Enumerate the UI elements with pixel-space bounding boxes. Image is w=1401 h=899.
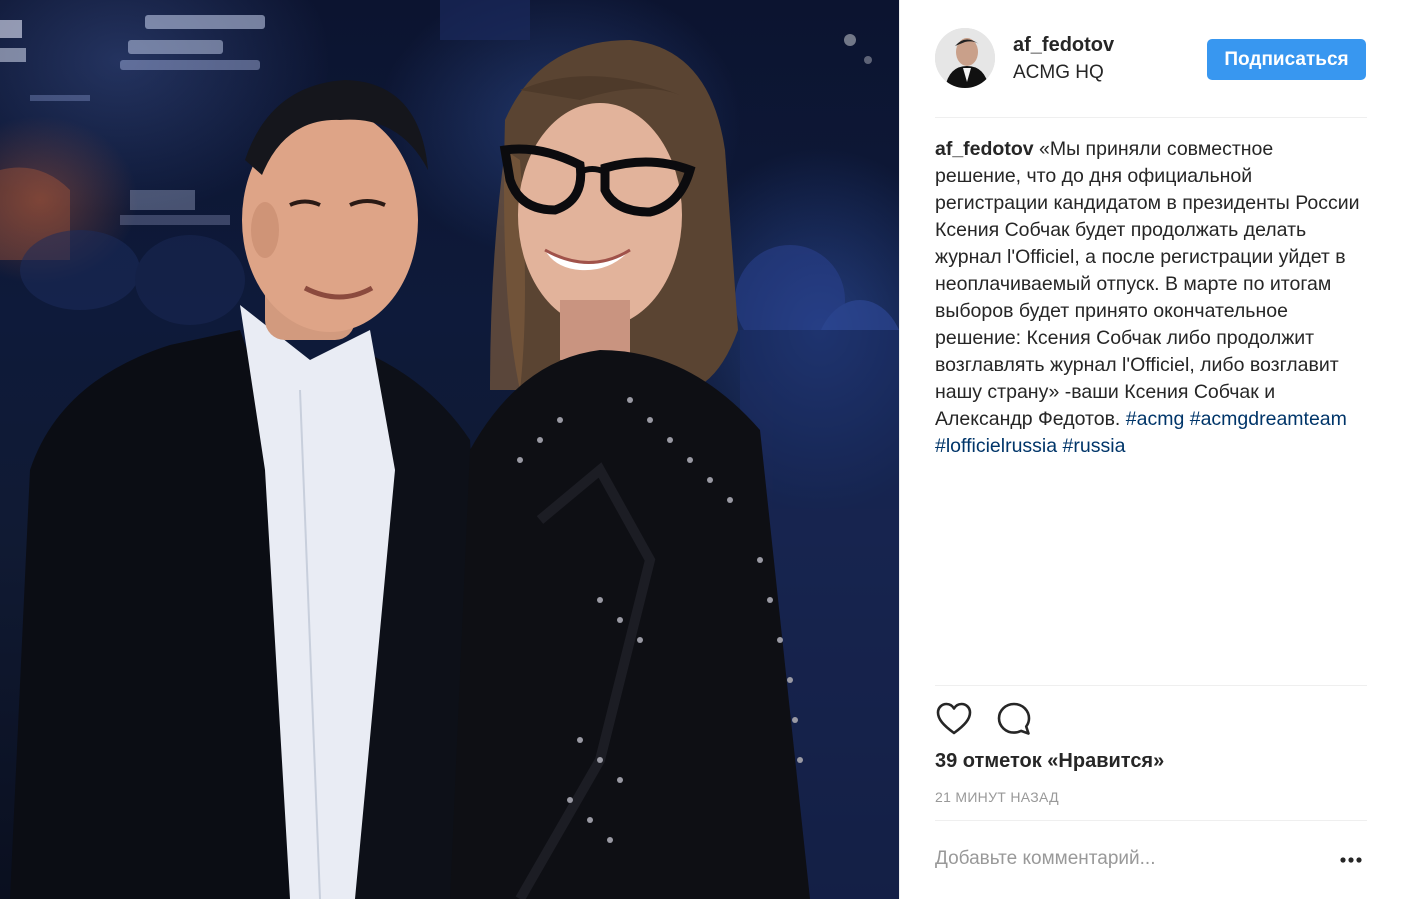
follow-button[interactable]: Подписаться (1207, 39, 1366, 80)
likes-count[interactable]: 39 отметок «Нравится» (935, 750, 1164, 773)
heart-icon (936, 702, 972, 735)
caption-username[interactable]: af_fedotov (935, 138, 1034, 160)
post-caption: af_fedotov «Мы приняли совместное решени… (935, 136, 1363, 460)
divider (935, 117, 1367, 118)
avatar-image (935, 28, 995, 88)
divider (935, 685, 1367, 686)
post-location[interactable]: ACMG HQ (1013, 62, 1104, 84)
post-side-panel: af_fedotov ACMG HQ Подписаться af_fedoto… (899, 0, 1401, 899)
divider (935, 820, 1367, 821)
comment-button[interactable] (995, 700, 1033, 738)
hashtag-link[interactable]: #acmgdreamteam (1190, 408, 1347, 430)
post-photo[interactable] (0, 0, 899, 899)
hashtag-link[interactable]: #acmg (1126, 408, 1185, 430)
hashtag-link[interactable]: #lofficielrussia (935, 435, 1057, 457)
post-username[interactable]: af_fedotov (1013, 34, 1114, 57)
post-timestamp[interactable]: 21 МИНУТ НАЗАД (935, 789, 1059, 805)
comment-bubble-icon (997, 702, 1031, 735)
like-button[interactable] (935, 700, 973, 738)
avatar[interactable] (935, 28, 995, 88)
more-options-button[interactable] (1336, 850, 1366, 870)
instagram-post: af_fedotov ACMG HQ Подписаться af_fedoto… (0, 0, 1401, 899)
post-actions (935, 700, 1135, 740)
more-options-icon (1340, 857, 1362, 863)
comment-input[interactable] (935, 842, 1325, 876)
photo-illustration (0, 0, 899, 899)
caption-text: «Мы приняли совместное решение, что до д… (935, 138, 1360, 430)
hashtag-link[interactable]: #russia (1063, 435, 1126, 457)
post-header: af_fedotov ACMG HQ Подписаться (935, 28, 1367, 90)
